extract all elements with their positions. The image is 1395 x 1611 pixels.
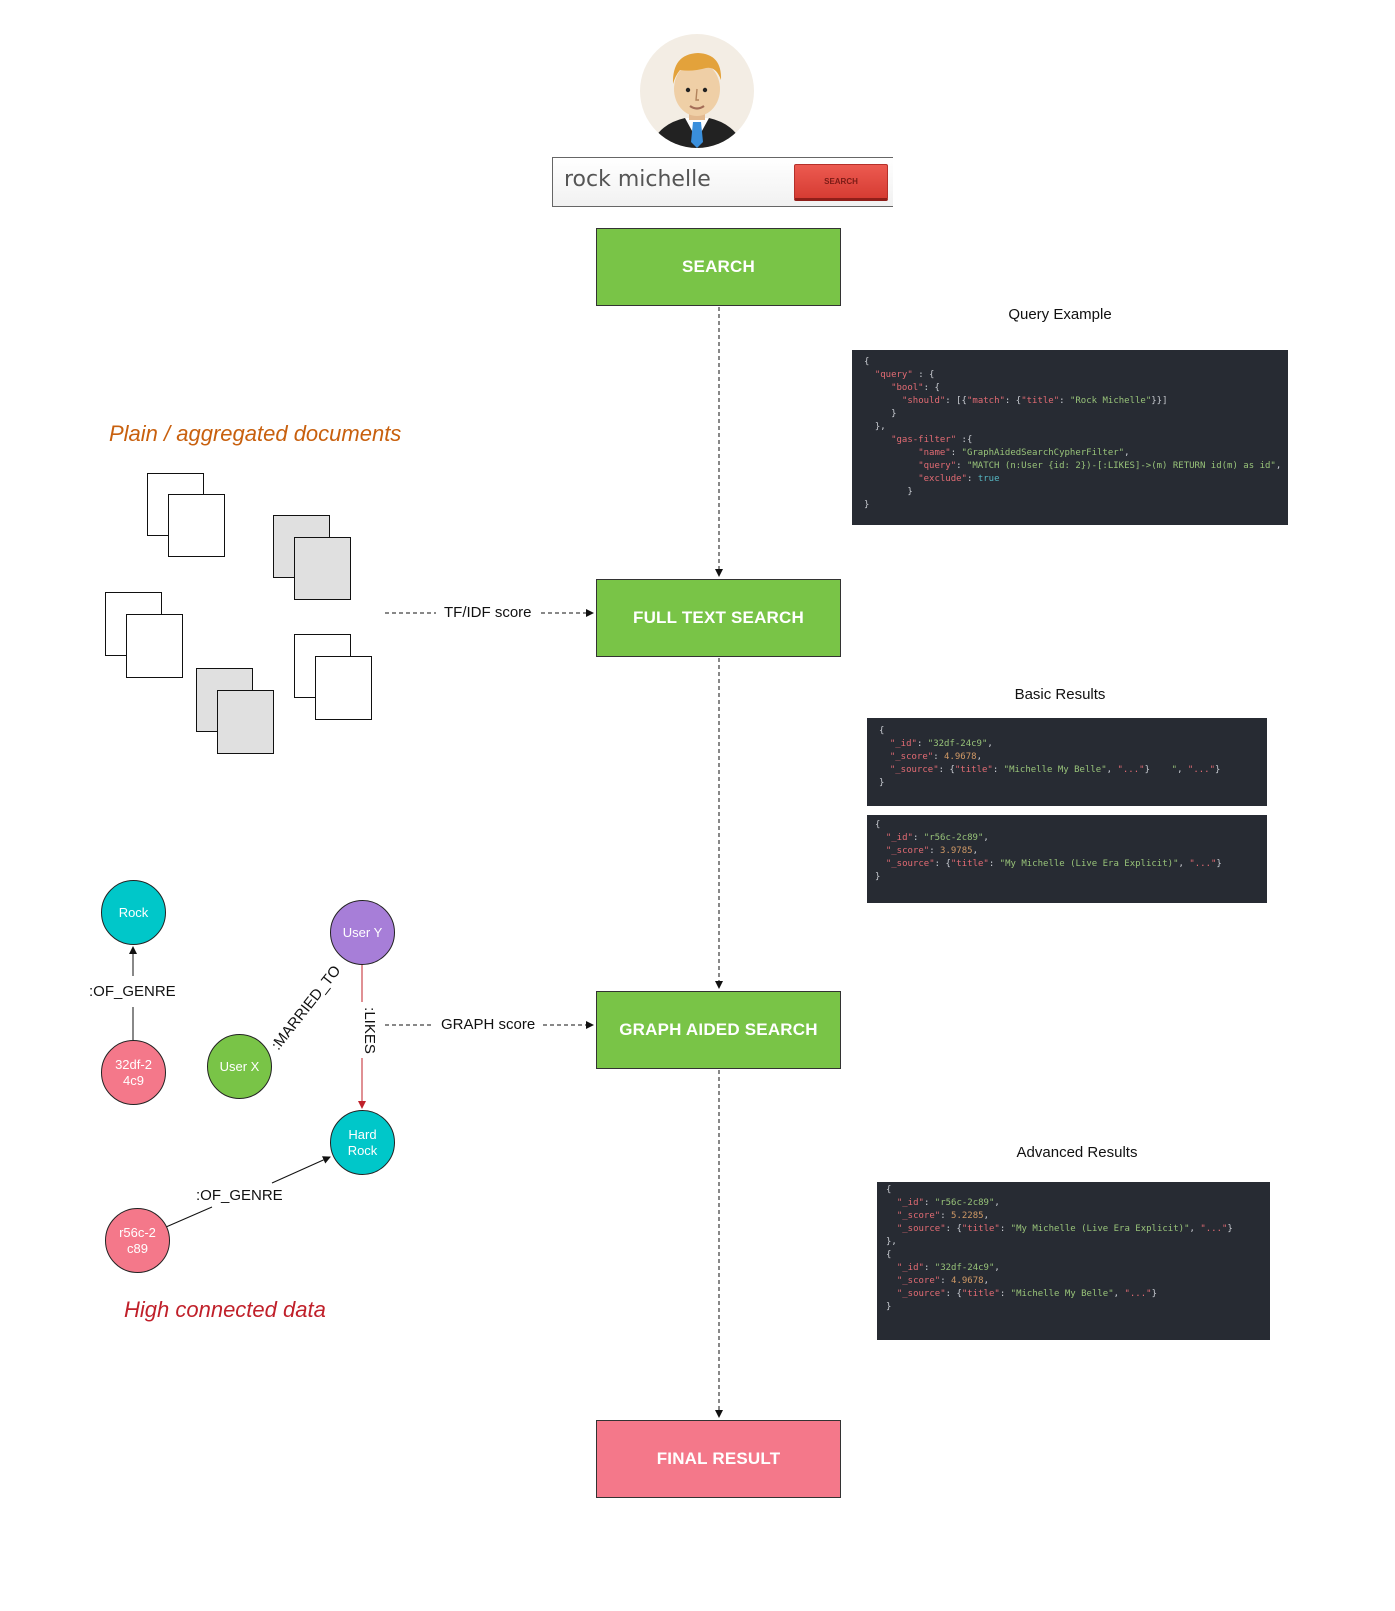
code-line: "exclude": true [918,474,1000,484]
code-line: "_score": 4.9678, [889,752,982,762]
user-avatar [640,34,754,148]
document-icon [126,614,183,678]
code-line: "bool": { [891,383,940,393]
graph-aided-search-diagram: rock michelle SEARCH SEARCH FULL TEXT SE… [0,0,1395,1611]
graph-score-label: GRAPH score [441,1016,536,1033]
query-example-title: Query Example [1008,306,1112,323]
step-full-text-search: FULL TEXT SEARCH [596,579,841,657]
code-line: } [886,1302,892,1312]
code-line: { [886,1185,892,1195]
code-line: } [864,500,870,510]
code-line: "_id": "r56c-2c89", [896,1198,1000,1208]
graph-caption: High connected data [124,1297,326,1322]
tfidf-score-label: TF/IDF score [444,604,532,621]
node-doc-32df-24c9: 32df-2 4c9 [101,1040,166,1105]
node-hard-rock: Hard Rock [330,1110,395,1175]
basic-result-1: { "_id": "32df-24c9", "_score": 4.9678, … [867,718,1267,806]
advanced-results-code: { "_id": "r56c-2c89", "_score": 5.2285, … [877,1182,1270,1340]
code-line: "_source": {"title": "My Michelle (Live … [896,1224,1233,1234]
search-input[interactable]: rock michelle [564,167,711,192]
code-line: "_score": 3.9785, [885,846,978,856]
code-line: "_score": 5.2285, [896,1211,989,1221]
step-search: SEARCH [596,228,841,306]
businessman-avatar-icon [650,53,744,148]
node-user-y: User Y [330,900,395,965]
code-line: } [875,872,881,882]
code-line: "_id": "32df-24c9", [896,1263,1000,1273]
code-line: "_id": "32df-24c9", [889,739,993,749]
code-line: { [886,1250,892,1260]
code-line: "_score": 4.9678, [896,1276,989,1286]
code-line: }, [886,1237,897,1247]
rel-of-genre-label: :OF_GENRE [89,983,176,1000]
code-line: { [879,726,885,736]
advanced-results-title: Advanced Results [1016,1144,1138,1161]
rel-likes-label: :LIKES [360,1007,378,1054]
code-line: } [864,409,897,419]
node-label: User Y [342,924,383,940]
code-line: { [864,357,870,367]
document-icon [315,656,372,720]
node-label: Hard Rock [347,1126,378,1158]
code-line: "gas-filter" :{ [891,435,973,445]
code-line: } [864,487,913,497]
code-line: "_id": "r56c-2c89", [885,833,989,843]
node-user-x: User X [207,1034,272,1099]
node-doc-r56c-2c89: r56c-2 c89 [105,1208,170,1273]
aggregated-document-icon [217,690,274,754]
node-label: User X [219,1058,260,1074]
code-line: } [879,778,885,788]
node-label: r56c-2 c89 [119,1224,156,1256]
code-line: "should": [{"match": {"title": "Rock Mic… [901,396,1168,406]
code-line: }, [864,422,886,432]
code-line: "_source": {"title": "My Michelle (Live … [885,859,1222,869]
basic-result-2: { "_id": "r56c-2c89", "_score": 3.9785, … [867,815,1267,903]
code-line: { [875,820,881,830]
code-line: "query": "MATCH (n:User {id: 2})-[:LIKES… [918,461,1282,471]
basic-results-title: Basic Results [1014,686,1106,703]
code-line: "_source": {"title": "Michelle My Belle"… [896,1289,1157,1299]
step-graph-aided-search: GRAPH AIDED SEARCH [596,991,841,1069]
node-label: Rock [118,904,149,920]
documents-caption: Plain / aggregated documents [109,421,402,446]
node-rock: Rock [101,880,166,945]
aggregated-document-icon [294,537,351,600]
code-line: "name": "GraphAidedSearchCypherFilter", [918,448,1130,458]
edge-of-genre-2-right [271,1156,331,1184]
code-line: "query" : { [874,370,935,380]
step-final-result: FINAL RESULT [596,1420,841,1498]
search-button[interactable]: SEARCH [794,164,888,201]
code-line: "_source": {"title": "Michelle My Belle"… [889,765,1221,775]
node-label: 32df-2 4c9 [115,1056,152,1088]
search-box: rock michelle SEARCH [552,157,893,207]
query-example-code: { "query" : { "bool": { "should": [{"mat… [852,350,1288,525]
document-icon [168,494,225,557]
edge-of-genre-2-left [165,1206,213,1228]
rel-of-genre-label: :OF_GENRE [196,1187,283,1204]
